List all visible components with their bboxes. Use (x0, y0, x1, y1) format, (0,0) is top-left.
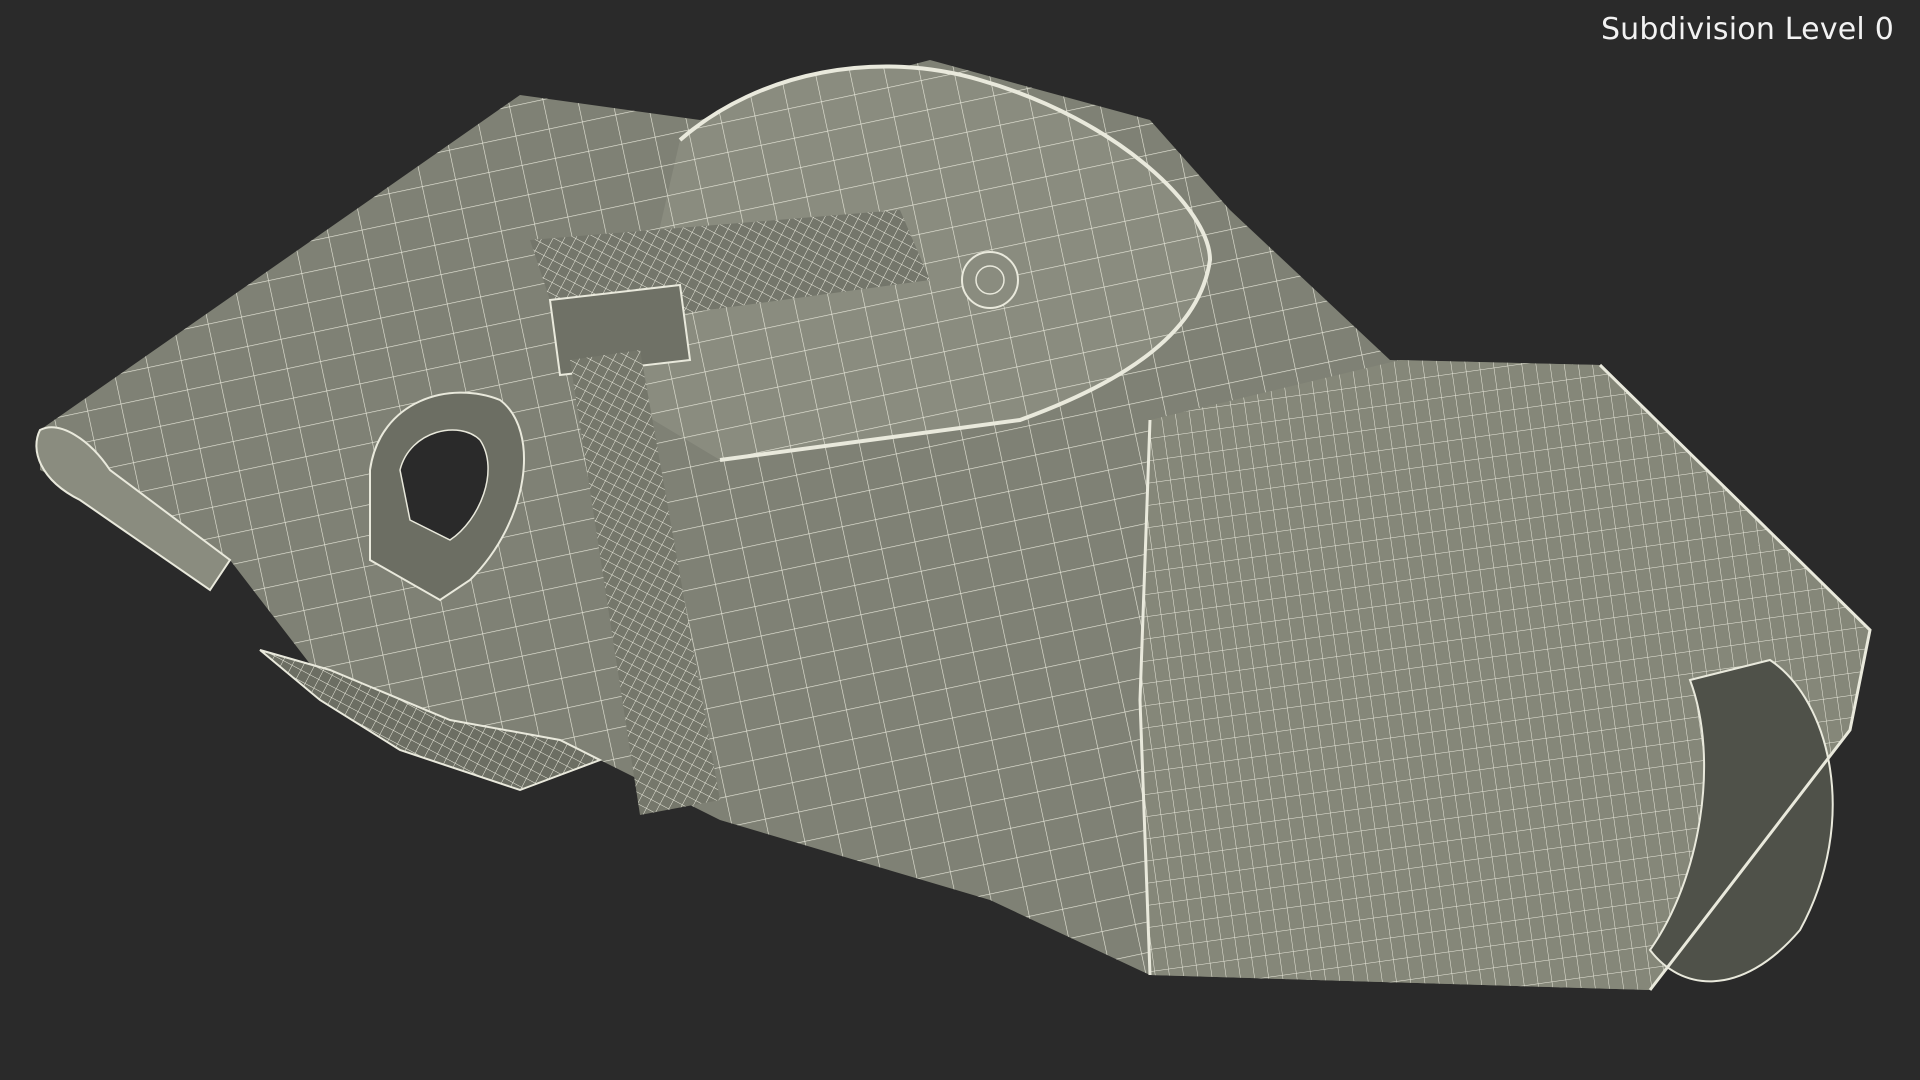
cuff-tube (1138, 360, 1872, 991)
subdivision-label: Subdivision Level 0 (1600, 12, 1894, 47)
3d-viewport[interactable]: Subdivision Level 0 (0, 0, 1920, 1080)
wireframe-model (35, 60, 1872, 991)
